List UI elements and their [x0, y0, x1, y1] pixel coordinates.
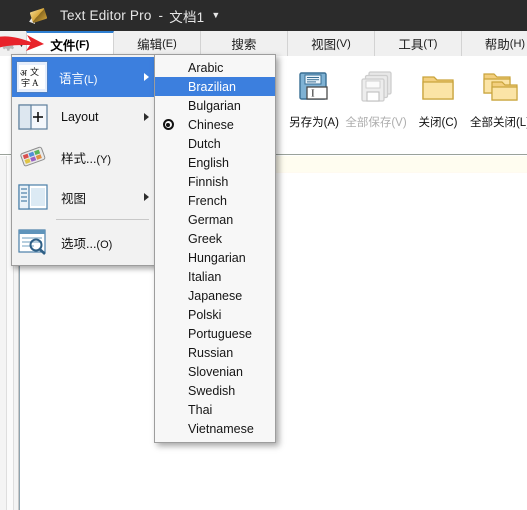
close-button[interactable]: 关闭(C) — [407, 56, 469, 138]
language-item-greek[interactable]: Greek — [155, 229, 275, 248]
gear-dropdown-caret-icon[interactable]: ▼ — [17, 31, 26, 56]
menu-item-view[interactable]: 视图 — [12, 177, 157, 217]
language-item-arabic[interactable]: Arabic — [155, 58, 275, 77]
view-icon — [16, 180, 50, 214]
tab-edit[interactable]: 编辑 (E) — [112, 31, 201, 56]
save-all-icon — [358, 62, 394, 112]
tab-search-label: 搜索 — [231, 38, 257, 52]
language-item-slovenian[interactable]: Slovenian — [155, 362, 275, 381]
language-item-english[interactable]: English — [155, 153, 275, 172]
radio-checked-icon — [159, 119, 177, 130]
menu-item-styles-label: 样式...(Y) — [61, 151, 112, 166]
tab-view[interactable]: 视图 (V) — [286, 31, 375, 56]
language-item-chinese[interactable]: Chinese — [155, 115, 275, 134]
save-all-label: 全部保存(V) — [345, 117, 407, 129]
save-as-icon: I — [296, 62, 332, 112]
tab-help[interactable]: 帮助 (H) — [460, 31, 527, 56]
tab-tools-mnemonic: (T) — [423, 37, 438, 50]
tab-edit-mnemonic: (E) — [162, 37, 177, 50]
menu-item-layout-label: Layout — [61, 110, 99, 124]
language-item-french[interactable]: French — [155, 191, 275, 210]
tab-file-mnemonic: (F) — [75, 38, 90, 51]
svg-text:文: 文 — [30, 66, 39, 77]
gear-menu-button[interactable] — [0, 31, 17, 56]
folder-close-icon — [420, 62, 456, 112]
tab-edit-label: 编辑 — [137, 38, 163, 52]
tab-view-mnemonic: (V) — [336, 37, 351, 50]
title-separator: - — [158, 8, 164, 23]
menu-separator — [56, 219, 149, 220]
options-icon — [16, 225, 50, 259]
tab-help-label: 帮助 — [484, 38, 510, 52]
menu-item-view-label: 视图 — [61, 191, 87, 206]
language-item-hungarian[interactable]: Hungarian — [155, 248, 275, 267]
menu-item-language[interactable]: अ 文 宇 A 语言(L) — [12, 57, 157, 97]
language-item-brazilian[interactable]: Brazilian — [155, 77, 275, 96]
submenu-arrow-icon — [144, 193, 149, 201]
tab-view-label: 视图 — [311, 38, 337, 52]
language-item-japanese[interactable]: Japanese — [155, 286, 275, 305]
app-title: Text Editor Pro — [60, 8, 152, 23]
layout-icon — [16, 100, 50, 134]
styles-icon — [16, 140, 50, 174]
folder-close-all-icon — [482, 62, 518, 112]
pencil-icon — [27, 7, 48, 26]
tab-tools-label: 工具 — [398, 38, 424, 52]
menu-item-options[interactable]: 选项...(O) — [12, 222, 157, 262]
close-label: 关闭(C) — [418, 117, 458, 129]
svg-text:अ: अ — [20, 68, 28, 78]
tab-tools[interactable]: 工具 (T) — [373, 31, 462, 56]
menu-item-styles[interactable]: 样式...(Y) — [12, 137, 157, 177]
tab-help-mnemonic: (H) — [509, 37, 526, 50]
language-item-thai[interactable]: Thai — [155, 400, 275, 419]
menu-item-language-label: 语言(L) — [59, 71, 98, 86]
language-item-swedish[interactable]: Swedish — [155, 381, 275, 400]
svg-text:宇: 宇 — [21, 77, 30, 88]
close-all-label: 全部关闭(L) — [469, 117, 527, 129]
language-item-portuguese[interactable]: Portuguese — [155, 324, 275, 343]
language-submenu: Arabic Brazilian Bulgarian Chinese Dutch… — [154, 54, 276, 443]
gear-dropdown-menu: अ 文 宇 A 语言(L) Layout 样式...(Y) 视图 选项...(O… — [11, 54, 158, 266]
language-item-vietnamese[interactable]: Vietnamese — [155, 419, 275, 438]
svg-text:A: A — [32, 78, 39, 88]
save-all-button[interactable]: 全部保存(V) — [345, 56, 407, 138]
menu-item-options-label: 选项...(O) — [61, 236, 113, 251]
save-as-button[interactable]: I 另存为(A) — [283, 56, 345, 138]
submenu-arrow-icon — [144, 113, 149, 121]
ribbon-file-group: I 另存为(A) 全部保存(V) 关闭(C) 全部关闭(L) — [283, 56, 527, 155]
language-item-german[interactable]: German — [155, 210, 275, 229]
title-bar: Text Editor Pro - 文档1 ▼ — [0, 0, 527, 31]
svg-text:I: I — [311, 88, 315, 100]
save-as-label: 另存为(A) — [289, 117, 339, 129]
tab-search[interactable]: 搜索 — [199, 31, 288, 56]
language-item-russian[interactable]: Russian — [155, 343, 275, 362]
language-item-finnish[interactable]: Finnish — [155, 172, 275, 191]
submenu-arrow-icon — [144, 73, 149, 81]
gear-icon — [1, 36, 16, 51]
language-item-bulgarian[interactable]: Bulgarian — [155, 96, 275, 115]
language-item-polski[interactable]: Polski — [155, 305, 275, 324]
menu-item-layout[interactable]: Layout — [12, 97, 157, 137]
language-item-italian[interactable]: Italian — [155, 267, 275, 286]
language-icon: अ 文 宇 A — [16, 61, 48, 93]
document-name: 文档1 — [169, 9, 205, 25]
tab-file-label: 文件 — [50, 39, 76, 53]
document-dropdown-caret-icon[interactable]: ▼ — [211, 11, 220, 20]
close-all-button[interactable]: 全部关闭(L) — [469, 56, 527, 138]
language-item-dutch[interactable]: Dutch — [155, 134, 275, 153]
